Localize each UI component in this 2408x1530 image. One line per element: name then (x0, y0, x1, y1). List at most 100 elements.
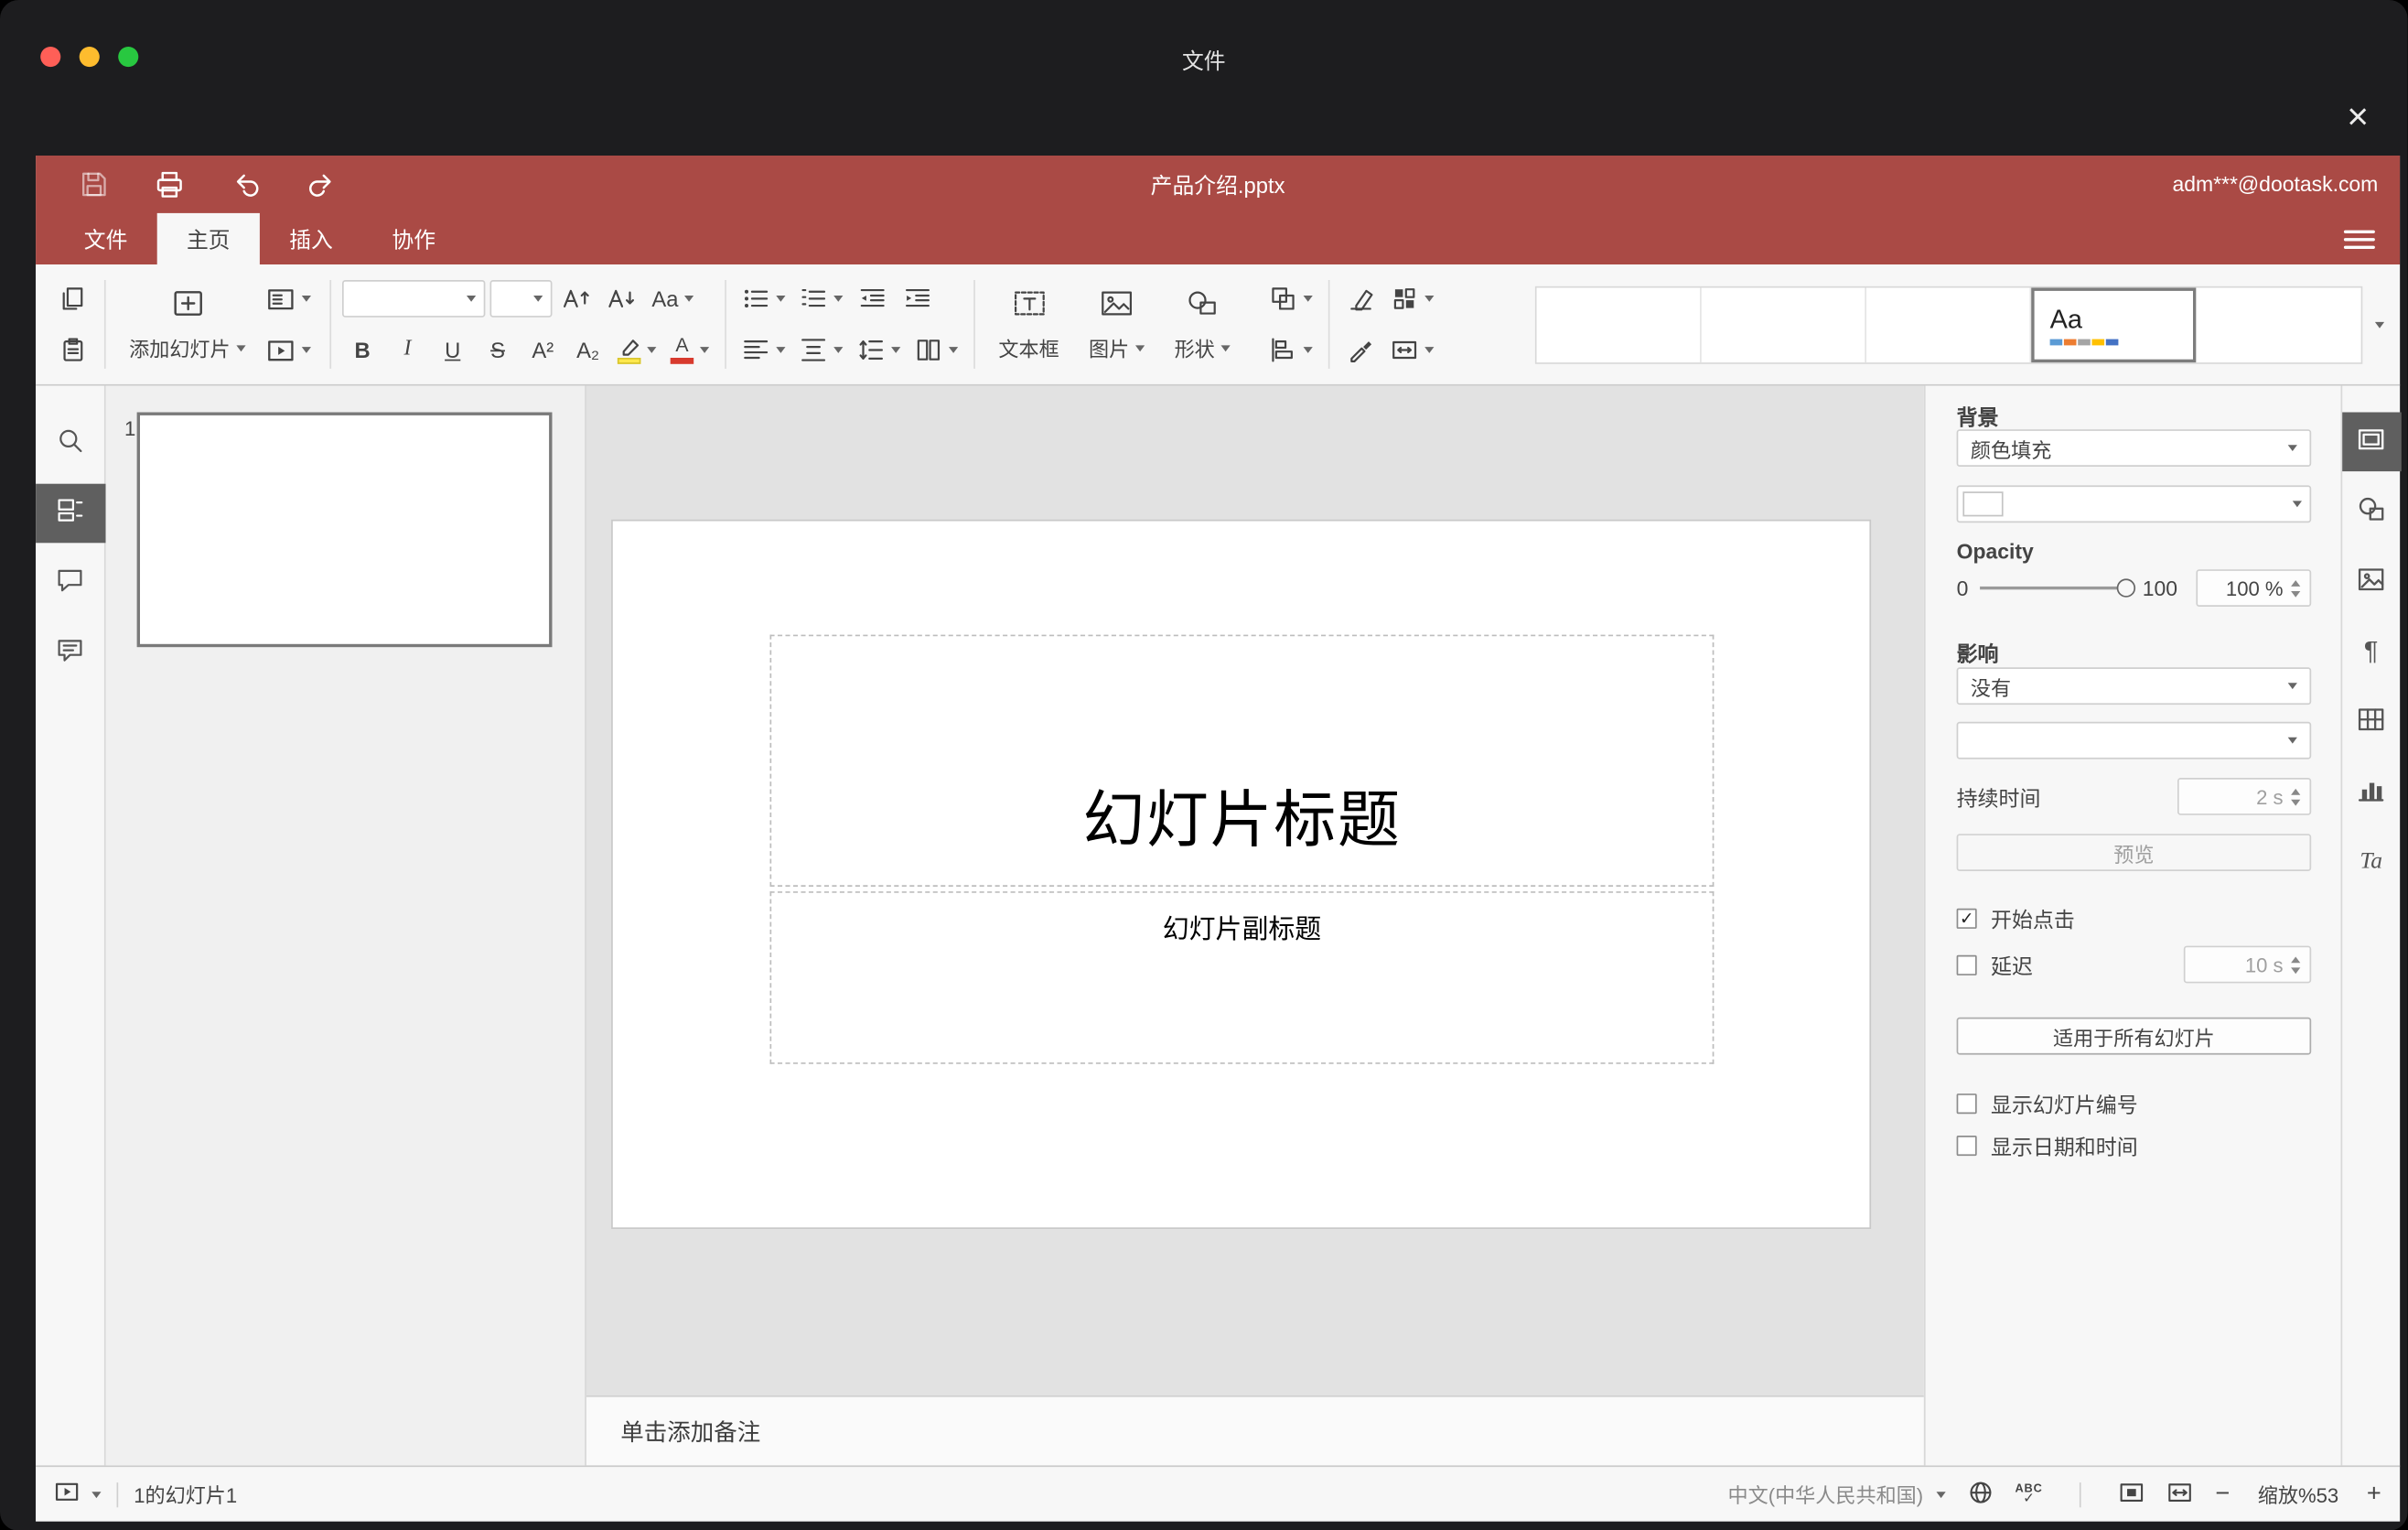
strikethrough-button[interactable]: S (478, 329, 518, 370)
notes-area[interactable]: 单击添加备注 (586, 1395, 1924, 1466)
slide-canvas[interactable]: 幻灯片标题 幻灯片副标题 (586, 386, 1924, 1395)
theme-gallery-expand-icon[interactable] (2374, 321, 2385, 328)
search-panel-button[interactable] (35, 414, 105, 473)
italic-button[interactable]: I (387, 329, 427, 370)
increase-indent-button[interactable] (898, 278, 938, 318)
color-scheme-button[interactable] (1386, 278, 1439, 318)
copy-icon[interactable] (53, 278, 93, 318)
spin-up-icon[interactable] (2291, 579, 2301, 587)
font-color-icon: A (670, 337, 694, 364)
hamburger-menu-icon[interactable] (2343, 226, 2375, 254)
italic-icon: I (403, 337, 412, 361)
checkbox-checked-icon (1956, 907, 1977, 929)
decrease-indent-button[interactable] (853, 278, 893, 318)
show-slide-number-checkbox[interactable]: 显示幻灯片编号 (1956, 1087, 2312, 1118)
tab-collaboration[interactable]: 协作 (362, 213, 465, 264)
theme-thumbnail[interactable] (1701, 286, 1866, 362)
slide-size-button[interactable] (1386, 329, 1439, 370)
spin-down-icon[interactable] (2291, 966, 2301, 974)
numbered-list-button[interactable] (795, 278, 848, 318)
shape-settings-tab[interactable] (2341, 482, 2401, 542)
paintbrush-icon (1347, 336, 1375, 364)
preview-button[interactable]: 预览 (1956, 834, 2312, 871)
transition-variant-select[interactable] (1956, 721, 2312, 760)
vertical-align-button[interactable] (795, 329, 848, 370)
theme-thumbnail-selected[interactable]: Aa (2031, 286, 2197, 362)
duration-spinner[interactable]: 2 s (2177, 778, 2312, 815)
bold-button[interactable]: B (342, 329, 382, 370)
vertical-align-icon (800, 336, 828, 364)
slide-subtitle-placeholder[interactable]: 幻灯片副标题 (769, 891, 1715, 1064)
copy-style-button[interactable] (1341, 329, 1381, 370)
font-name-combo[interactable] (342, 280, 486, 318)
opacity-slider-knob[interactable] (2117, 577, 2136, 597)
paragraph-settings-tab[interactable]: ¶ (2341, 622, 2401, 682)
subscript-button[interactable]: A₂ (568, 329, 608, 370)
language-selector[interactable]: 中文(中华人民共和国) (1728, 1480, 1945, 1509)
underline-button[interactable]: U (433, 329, 473, 370)
bullet-list-button[interactable] (737, 278, 790, 318)
theme-thumbnail[interactable] (2196, 286, 2361, 362)
superscript-button[interactable]: A² (522, 329, 563, 370)
spin-down-icon[interactable] (2291, 798, 2301, 805)
arrange-shape-button[interactable] (1264, 278, 1317, 318)
fill-color-picker[interactable] (1956, 485, 2312, 523)
document-language-button[interactable] (1967, 1479, 1994, 1510)
slides-panel-button[interactable] (35, 483, 105, 544)
slide-settings-tab[interactable] (2341, 412, 2401, 472)
start-on-click-checkbox[interactable]: 开始点击 (1956, 902, 2312, 933)
insert-image-button[interactable]: 图片 (1076, 264, 1156, 384)
start-slideshow-status-button[interactable] (55, 1480, 102, 1509)
insert-textbox-button[interactable]: 文本框 (986, 264, 1072, 384)
spin-up-icon[interactable] (2291, 788, 2301, 794)
zoom-in-button[interactable]: + (2367, 1481, 2381, 1509)
chart-settings-tab[interactable] (2341, 762, 2401, 822)
align-shape-button[interactable] (1264, 329, 1317, 370)
comments-panel-button[interactable] (35, 554, 105, 613)
transition-effect-select[interactable]: 没有 (1956, 667, 2312, 706)
textart-settings-tab[interactable]: Ta (2341, 833, 2401, 892)
status-bar: 1的幻灯片1 中文(中华人民共和国) ABC ✓ − 缩放%53 + (36, 1465, 2401, 1522)
tab-file[interactable]: 文件 (55, 213, 157, 264)
fit-slide-button[interactable] (2119, 1479, 2145, 1510)
background-fill-select[interactable]: 颜色填充 (1956, 429, 2312, 467)
spin-down-icon[interactable] (2291, 590, 2301, 597)
slide-thumbnail-selected[interactable] (136, 412, 553, 648)
clear-style-button[interactable] (1341, 278, 1381, 318)
highlight-color-button[interactable] (613, 329, 661, 370)
add-slide-button[interactable]: 添加幻灯片 (117, 264, 259, 384)
fit-width-button[interactable] (2167, 1479, 2194, 1510)
paste-icon[interactable] (53, 329, 93, 370)
font-size-combo[interactable] (489, 280, 553, 318)
chevron-down-icon (833, 347, 844, 353)
theme-thumbnail[interactable] (1536, 286, 1702, 362)
slide-title-placeholder[interactable]: 幻灯片标题 (769, 634, 1715, 887)
opacity-spinner[interactable]: 100 % (2196, 569, 2312, 607)
tab-insert[interactable]: 插入 (260, 213, 362, 264)
increase-font-size-button[interactable] (557, 278, 597, 318)
chat-panel-button[interactable] (35, 624, 105, 684)
start-slideshow-button[interactable] (262, 329, 317, 370)
tab-home[interactable]: 主页 (156, 212, 260, 264)
zoom-out-button[interactable]: − (2215, 1481, 2230, 1509)
font-color-button[interactable]: A (666, 329, 715, 370)
slide[interactable]: 幻灯片标题 幻灯片副标题 (612, 521, 1870, 1228)
change-slide-layout-button[interactable] (262, 278, 317, 318)
horizontal-align-button[interactable] (737, 329, 790, 370)
decrease-font-size-button[interactable] (602, 278, 642, 318)
show-date-time-checkbox[interactable]: 显示日期和时间 (1956, 1129, 2312, 1160)
apply-to-all-slides-button[interactable]: 适用于所有幻灯片 (1956, 1017, 2312, 1055)
insert-columns-button[interactable] (910, 329, 963, 370)
change-case-button[interactable]: Aa (647, 278, 698, 318)
spellcheck-button[interactable]: ABC ✓ (2015, 1482, 2042, 1506)
theme-thumbnail[interactable] (1866, 286, 2032, 362)
delay-spinner[interactable]: 10 s (2183, 945, 2312, 984)
table-settings-tab[interactable] (2341, 693, 2401, 752)
line-spacing-button[interactable] (853, 329, 906, 370)
opacity-slider[interactable] (1979, 577, 2136, 597)
insert-shape-button[interactable]: 形状 (1162, 264, 1242, 384)
close-dialog-icon[interactable]: × (2333, 93, 2382, 143)
spin-up-icon[interactable] (2291, 955, 2301, 963)
image-settings-tab[interactable] (2341, 553, 2401, 612)
delay-checkbox[interactable]: 延迟 (1956, 949, 2033, 980)
